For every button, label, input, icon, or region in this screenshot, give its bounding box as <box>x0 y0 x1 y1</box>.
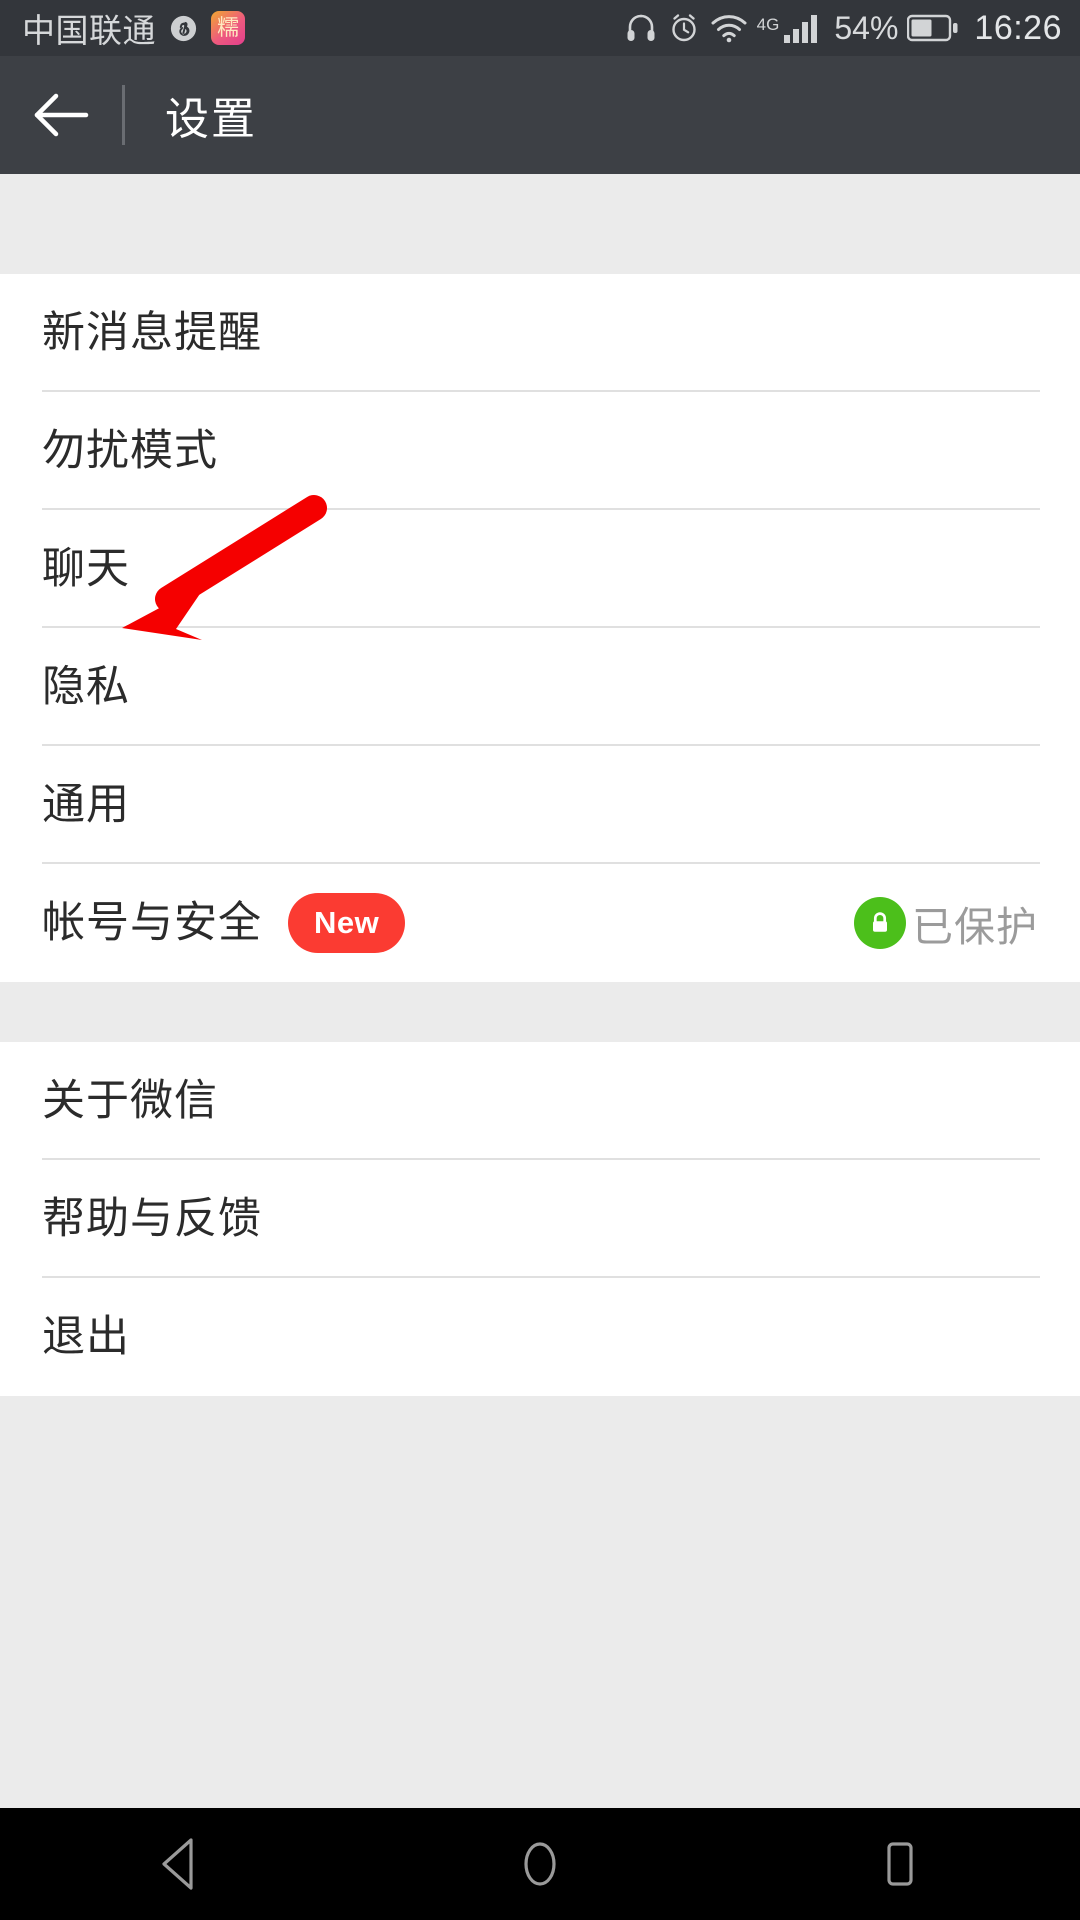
settings-row-label: 聊天 <box>42 544 130 593</box>
settings-row-new-message[interactable]: 新消息提醒 <box>0 274 1080 392</box>
settings-row-label: 关于微信 <box>42 1076 218 1125</box>
nuomi-app-icon-glyph: 糯 <box>216 15 239 40</box>
status-bar-right: 4G 54% 16:26 <box>624 9 1062 48</box>
nuomi-app-icon: 糯 <box>211 11 245 45</box>
signal-bars-icon <box>783 11 823 45</box>
settings-row-about-wechat[interactable]: 关于微信 <box>0 1042 1080 1160</box>
settings-row-account-security[interactable]: 帐号与安全 New 已保护 <box>0 864 1080 982</box>
settings-row-do-not-disturb[interactable]: 勿扰模式 <box>0 392 1080 510</box>
circle-home-icon <box>517 1837 563 1891</box>
settings-row-label: 通用 <box>42 780 130 829</box>
settings-row-label: 新消息提醒 <box>42 308 262 357</box>
carrier-label: 中国联通 <box>22 12 156 49</box>
page-title: 设置 <box>165 95 257 144</box>
new-badge: New <box>288 893 406 953</box>
android-navigation-bar <box>0 1808 1080 1920</box>
settings-row-general[interactable]: 通用 <box>0 746 1080 864</box>
battery-percent-label: 54% <box>834 9 899 46</box>
settings-content: 新消息提醒 勿扰模式 聊天 隐私 通用 帐号与安全 New 已保护 关于微信 帮… <box>0 174 1080 1808</box>
network-type-label: 4G <box>756 14 780 34</box>
settings-row-help-feedback[interactable]: 帮助与反馈 <box>0 1160 1080 1278</box>
square-recents-icon <box>877 1837 923 1891</box>
settings-group-one: 新消息提醒 勿扰模式 聊天 隐私 通用 帐号与安全 New 已保护 <box>0 274 1080 982</box>
triangle-back-icon <box>157 1837 203 1891</box>
settings-row-label: 勿扰模式 <box>42 426 218 475</box>
status-bar: 中国联通 糯 4G 54% 16:26 <box>0 0 1080 56</box>
settings-row-label: 帐号与安全 <box>42 898 262 947</box>
back-button[interactable] <box>0 56 122 174</box>
back-arrow-icon <box>33 92 89 138</box>
navigation-bar: 设置 <box>0 56 1080 174</box>
settings-row-chat[interactable]: 聊天 <box>0 510 1080 628</box>
battery-icon <box>907 13 959 43</box>
status-bar-left: 中国联通 糯 <box>22 4 245 52</box>
netease-music-icon <box>168 13 199 44</box>
alarm-clock-icon <box>667 11 701 45</box>
settings-group-two: 关于微信 帮助与反馈 退出 <box>0 1042 1080 1396</box>
android-recents-button[interactable] <box>810 1808 990 1920</box>
android-home-button[interactable] <box>450 1808 630 1920</box>
settings-row-label: 帮助与反馈 <box>42 1194 262 1243</box>
settings-row-status: 已保护 <box>854 893 1038 953</box>
section-gap-top <box>0 174 1080 274</box>
settings-row-label: 隐私 <box>42 662 130 711</box>
headphones-icon <box>624 11 658 45</box>
green-lock-icon <box>854 897 906 949</box>
settings-row-privacy[interactable]: 隐私 <box>0 628 1080 746</box>
section-gap-middle <box>0 982 1080 1042</box>
settings-row-value: 已保护 <box>912 904 1038 950</box>
clock-label: 16:26 <box>974 8 1062 47</box>
android-back-button[interactable] <box>90 1808 270 1920</box>
settings-row-logout[interactable]: 退出 <box>0 1278 1080 1396</box>
settings-row-label: 退出 <box>42 1312 130 1361</box>
wifi-icon <box>710 13 748 43</box>
nav-divider <box>122 85 125 145</box>
phone-screen: 中国联通 糯 4G 54% 16:26 设置 新消息提醒 勿扰模式 聊天 隐私 … <box>0 0 1080 1920</box>
